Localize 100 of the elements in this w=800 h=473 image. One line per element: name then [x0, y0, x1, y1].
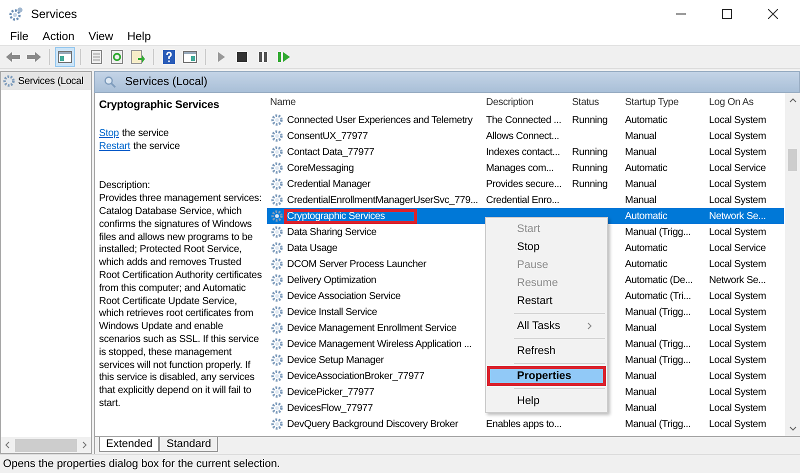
menu-item[interactable]: Action [36, 30, 82, 42]
view-tab[interactable]: Extended [99, 437, 160, 452]
service-name-cell[interactable]: Device Management Enrollment Service [267, 320, 483, 336]
action-text: the service [133, 140, 180, 154]
service-name-cell[interactable]: Device Install Service [267, 304, 483, 320]
service-description: Allows Connect... [485, 130, 560, 142]
chevron-right-icon [587, 322, 593, 330]
service-name-cell[interactable]: CoreMessaging [267, 160, 483, 176]
window-title: Services [31, 7, 78, 21]
startup-type: Manual (Trigg... [624, 226, 692, 238]
startup-type: Manual [624, 370, 658, 382]
service-name-cell[interactable]: Data Usage [267, 240, 483, 256]
service-name-cell[interactable]: DevicesFlow_77977 [267, 400, 483, 416]
view-tab[interactable]: Standard [159, 437, 218, 452]
service-name-cell[interactable]: Device Setup Manager [267, 352, 483, 368]
service-name-cell[interactable]: Contact Data_77977 [267, 144, 483, 160]
service-name-cell[interactable]: DevicePicker_77977 [267, 384, 483, 400]
service-name: Device Management Enrollment Service [286, 322, 458, 334]
service-status: Running [571, 146, 609, 158]
gear-icon [270, 225, 284, 239]
gear-icon [270, 321, 284, 335]
service-name-cell[interactable]: CredentialEnrollmentManagerUserSvc_779... [267, 192, 483, 208]
log-on-as: Local System [708, 146, 768, 158]
gear-icon [270, 129, 284, 143]
status-bar: Opens the properties dialog box for the current selection. [0, 454, 800, 473]
help-icon[interactable] [160, 48, 178, 66]
service-name: Data Usage [286, 242, 338, 254]
menu-item[interactable]: File [3, 30, 36, 42]
service-name: CredentialEnrollmentManagerUserSvc_779... [286, 194, 479, 206]
gear-icon [2, 74, 16, 88]
service-description: The Connected ... [485, 114, 562, 126]
description-label: Description: [99, 180, 151, 194]
service-name: Device Management Wireless Application ... [286, 338, 473, 350]
service-name-cell[interactable]: Delivery Optimization [267, 272, 483, 288]
service-name: Credential Manager [286, 178, 372, 190]
action-pane-icon[interactable] [181, 48, 199, 66]
column-header[interactable]: Description [483, 97, 569, 108]
service-name-cell[interactable]: DevQuery Background Discovery Broker [267, 416, 483, 432]
export-list-icon[interactable] [129, 48, 147, 66]
gear-icon [270, 113, 284, 127]
startup-type: Manual [624, 194, 658, 206]
service-status: Running [571, 114, 609, 126]
service-name-cell[interactable]: Credential Manager [267, 176, 483, 192]
startup-type: Manual (Trigg... [624, 338, 692, 350]
maximize-icon[interactable] [722, 9, 732, 19]
gear-icon [270, 305, 284, 319]
menu-item[interactable]: Help [488, 392, 605, 410]
service-name: DCOM Server Process Launcher [286, 258, 428, 270]
service-name-cell[interactable]: Data Sharing Service [267, 224, 483, 240]
log-on-as: Local System [708, 386, 768, 398]
service-description: Indexes contact... [485, 146, 561, 158]
service-name-cell[interactable]: DCOM Server Process Launcher [267, 256, 483, 272]
service-name-cell[interactable]: DeviceAssociationBroker_77977 [267, 368, 483, 384]
service-name: DeviceAssociationBroker_77977 [286, 370, 426, 382]
startup-type: Manual [624, 178, 658, 190]
column-header[interactable]: Log On As [706, 97, 786, 108]
log-on-as: Local System [708, 290, 768, 302]
menu-item[interactable]: Properties [488, 367, 605, 385]
service-name-cell[interactable]: Cryptographic Services [267, 208, 483, 224]
console-tree-icon[interactable] [56, 48, 74, 66]
column-header[interactable]: Name [267, 94, 483, 110]
service-description: Manages com... [485, 162, 555, 174]
tree-item[interactable]: Services (Local [1, 72, 91, 90]
gear-icon [270, 273, 284, 287]
close-icon[interactable] [768, 9, 778, 19]
service-name-cell[interactable]: ConsentUX_77977 [267, 128, 483, 144]
menu-item[interactable]: Stop [488, 238, 605, 256]
magnifier-icon [103, 75, 117, 89]
menu-item[interactable]: View [82, 30, 120, 42]
vertical-scrollbar[interactable] [785, 93, 800, 436]
service-name: Device Setup Manager [286, 354, 385, 366]
service-action-link[interactable]: Restart [99, 140, 130, 154]
description-text: Provides three management services: Catalog Database Service, which confirms the signatures of Windows files and allows new programs to be installed; Protected Root Service, which adds and removes Trusted Root Certification Authority certificates from this computer; and Automatic Root Certificate Update Service, which retrieves root certificates from Windows Update and enable scenarios such as SSL. If this service is stopped, these management services will not function properly. If this service is disabled, any services that explicitly depend on it will fail to start. [99, 193, 263, 411]
menu-item[interactable]: Refresh [488, 342, 605, 360]
menu-item[interactable]: Restart [488, 292, 605, 310]
startup-type: Manual [624, 386, 658, 398]
gear-icon [270, 193, 284, 207]
gear-icon [270, 385, 284, 399]
service-name: Delivery Optimization [286, 274, 378, 286]
refresh-icon[interactable] [108, 48, 126, 66]
service-name-cell[interactable]: Device Association Service [267, 288, 483, 304]
log-on-as: Local System [708, 258, 768, 270]
menu-item[interactable]: All Tasks [488, 317, 605, 335]
column-header[interactable]: Startup Type [622, 97, 706, 108]
log-on-as: Local System [708, 402, 768, 414]
gear-icon [270, 353, 284, 367]
startup-type: Automatic [624, 114, 668, 126]
service-name-cell[interactable]: Connected User Experiences and Telemetry [267, 112, 483, 128]
service-name: DevQuery Background Discovery Broker [286, 418, 460, 430]
log-on-as: Network Se... [708, 274, 767, 286]
column-header[interactable]: Status [569, 97, 622, 108]
menu-item[interactable]: Help [120, 30, 158, 42]
gear-icon [270, 145, 284, 159]
service-name-cell[interactable]: Device Management Wireless Application ... [267, 336, 483, 352]
scroll-thumb[interactable] [788, 149, 797, 171]
service-action-link[interactable]: Stop [99, 128, 119, 141]
startup-type: Manual (Trigg... [624, 354, 692, 366]
scroll-thumb[interactable] [15, 438, 77, 452]
service-name: Data Sharing Service [286, 226, 378, 238]
horizontal-scrollbar[interactable] [1, 437, 91, 453]
